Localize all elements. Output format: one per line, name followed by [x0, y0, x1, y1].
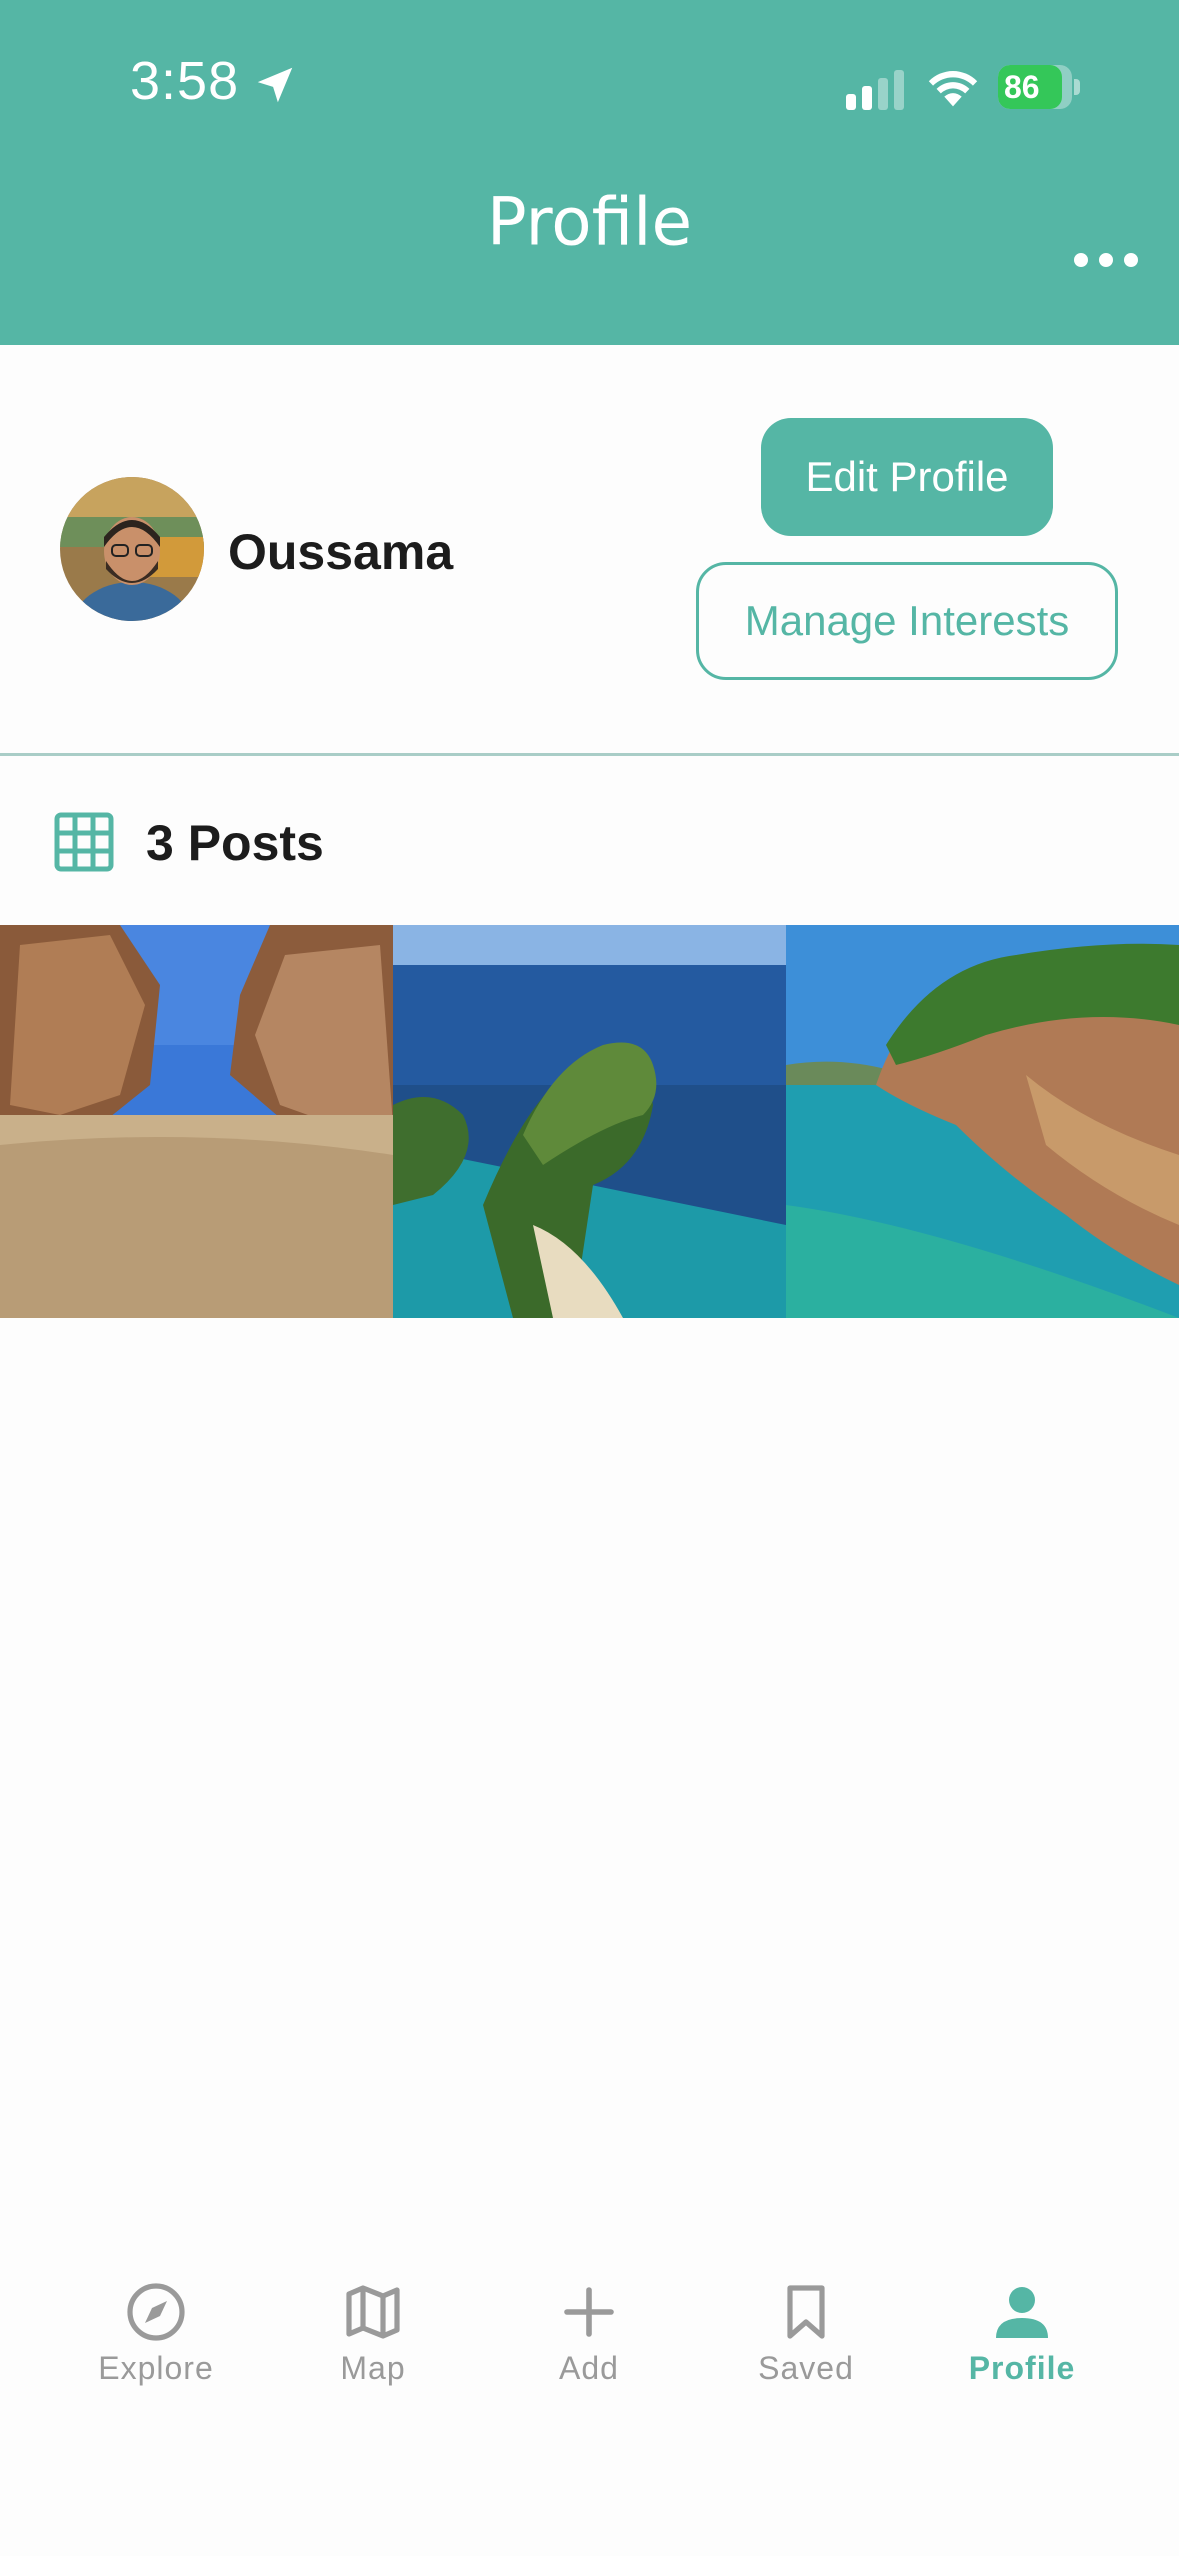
more-options-button[interactable] [1068, 240, 1144, 280]
grid-icon [54, 812, 114, 872]
posts-count: 3 Posts [146, 815, 324, 871]
app-header: 3:58 86 Profile [0, 0, 1179, 345]
location-arrow-icon [257, 67, 293, 103]
status-time: 3:58 [130, 51, 240, 111]
tab-label: Add [559, 2350, 619, 2386]
person-icon [996, 2287, 1048, 2338]
edit-profile-button[interactable]: Edit Profile [761, 418, 1053, 536]
map-icon [346, 2285, 400, 2339]
tab-label: Profile [968, 2350, 1076, 2386]
plus-icon [564, 2287, 614, 2337]
bottom-tab-bar: Explore Map Add Saved Profile [0, 2250, 1179, 2556]
avatar[interactable] [60, 477, 204, 621]
username: Oussama [228, 524, 454, 580]
battery-percent: 86 [1004, 69, 1040, 105]
manage-interests-button[interactable]: Manage Interests [696, 562, 1118, 680]
page-title: Profile [486, 183, 693, 261]
tab-label: Saved [758, 2350, 854, 2386]
tab-label: Map [340, 2350, 406, 2386]
compass-icon [127, 2283, 185, 2341]
post-thumbnail[interactable] [393, 925, 786, 1318]
tab-saved[interactable]: Saved [706, 2250, 906, 2400]
tab-label: Explore [98, 2350, 214, 2386]
tab-map[interactable]: Map [273, 2250, 473, 2400]
section-divider [0, 753, 1179, 756]
tab-add[interactable]: Add [489, 2250, 689, 2400]
cellular-signal-icon [846, 70, 904, 110]
tab-explore[interactable]: Explore [56, 2250, 256, 2400]
wifi-icon [928, 71, 978, 107]
post-thumbnail[interactable] [0, 925, 393, 1318]
battery-indicator: 86 [998, 65, 1080, 109]
tab-profile[interactable]: Profile [922, 2250, 1122, 2400]
ellipsis-horizontal-icon [1074, 253, 1088, 267]
post-thumbnail[interactable] [786, 925, 1179, 1318]
bookmark-icon [787, 2285, 825, 2339]
